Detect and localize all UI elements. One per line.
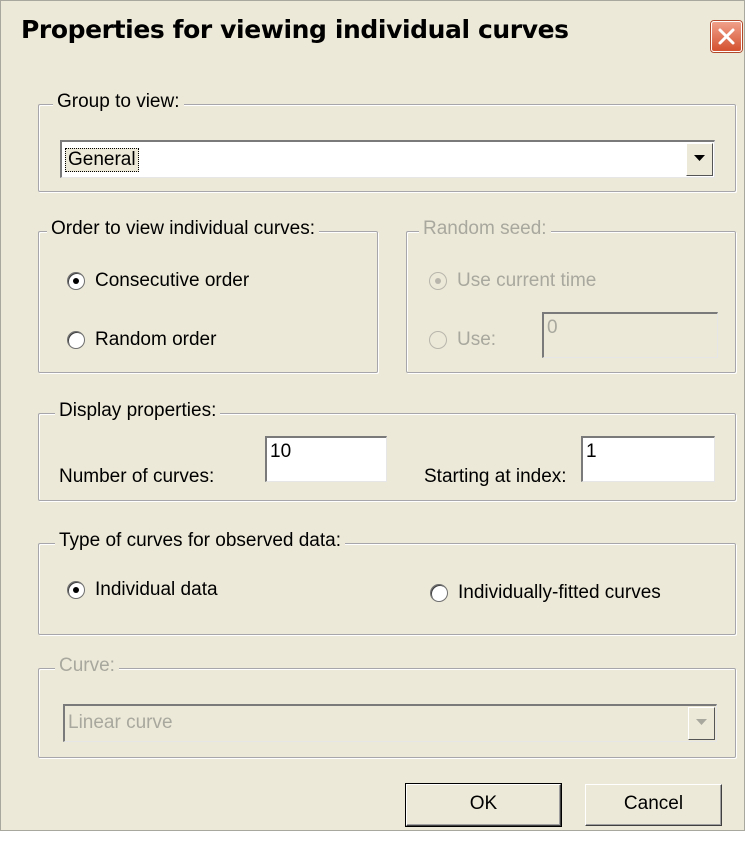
group-select-dropdown-button[interactable]: [686, 143, 713, 176]
group-select-value: General: [65, 148, 139, 172]
radio-use-current-time-dot[interactable]: [429, 272, 447, 290]
group-to-view-legend: Group to view:: [53, 91, 184, 113]
order-legend: Order to view individual curves:: [47, 218, 319, 240]
ok-button[interactable]: OK: [405, 783, 562, 827]
curve-legend: Curve:: [55, 655, 119, 677]
group-to-view-box: Group to view: General: [38, 91, 736, 192]
curve-box: Curve: Linear curve: [38, 655, 736, 758]
cancel-button[interactable]: Cancel: [585, 784, 722, 826]
seed-input[interactable]: 0: [542, 312, 718, 358]
radio-individually-fitted-dot[interactable]: [430, 584, 448, 602]
chevron-down-icon: [694, 155, 705, 161]
radio-use-seed-label: Use:: [457, 329, 497, 350]
radio-individual-data-label: Individual data: [95, 579, 218, 600]
starting-index-input[interactable]: 1: [581, 436, 715, 482]
curve-type-box: Type of curves for observed data: Indivi…: [38, 530, 736, 635]
close-icon: [718, 28, 735, 45]
radio-individually-fitted-label: Individually-fitted curves: [458, 582, 661, 603]
radio-consecutive-order-dot[interactable]: [67, 272, 85, 290]
dialog-title: Properties for viewing individual curves: [21, 15, 569, 44]
curve-type-legend: Type of curves for observed data:: [55, 530, 345, 552]
close-button[interactable]: [711, 21, 742, 52]
number-of-curves-label: Number of curves:: [59, 466, 215, 487]
display-properties-legend: Display properties:: [55, 400, 221, 422]
radio-random-order-dot[interactable]: [67, 331, 85, 349]
curve-select-dropdown-button[interactable]: [688, 707, 715, 740]
radio-individual-data-dot[interactable]: [67, 581, 85, 599]
curve-select-value: Linear curve: [68, 712, 173, 733]
title-bar[interactable]: Properties for viewing individual curves: [1, 1, 744, 61]
order-box: Order to view individual curves: Consecu…: [38, 218, 378, 373]
random-seed-box: Random seed: Use current time Use: 0: [406, 218, 736, 373]
radio-use-current-time-label: Use current time: [457, 270, 597, 291]
properties-dialog: Properties for viewing individual curves…: [0, 0, 745, 831]
radio-use-seed-dot[interactable]: [429, 331, 447, 349]
number-of-curves-input[interactable]: 10: [265, 436, 387, 482]
starting-index-label: Starting at index:: [424, 466, 567, 487]
group-select[interactable]: General: [60, 140, 715, 178]
curve-select[interactable]: Linear curve: [63, 704, 717, 742]
chevron-down-icon: [696, 719, 707, 725]
random-seed-legend: Random seed:: [419, 218, 551, 240]
radio-consecutive-order-label: Consecutive order: [95, 270, 250, 291]
radio-random-order-label: Random order: [95, 329, 217, 350]
display-properties-box: Display properties: Number of curves: 10…: [38, 400, 736, 501]
